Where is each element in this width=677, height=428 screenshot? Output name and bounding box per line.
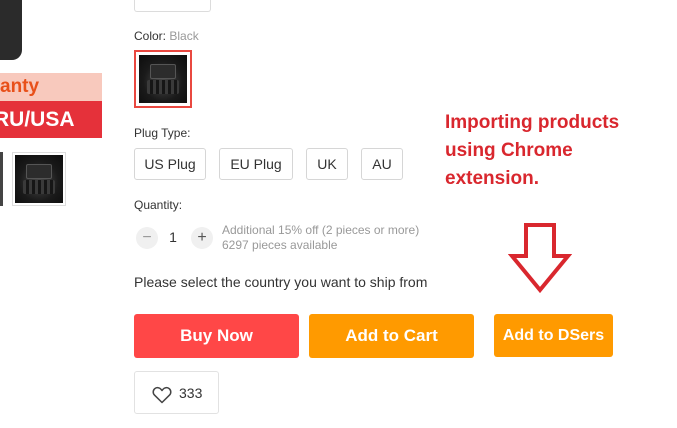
previous-option-button[interactable] (134, 0, 211, 12)
add-to-cart-button[interactable]: Add to Cart (309, 314, 474, 358)
color-label-row: Color: Black (134, 29, 199, 43)
thumbnail-image (15, 155, 63, 203)
add-to-dsers-button[interactable]: Add to DSers (494, 314, 613, 357)
wishlist-count: 333 (179, 385, 203, 401)
color-swatch-image (139, 55, 187, 103)
gallery-thumbnail[interactable] (12, 152, 66, 206)
quantity-label: Quantity: (134, 198, 183, 212)
product-main-image (0, 0, 22, 60)
annotation-line3: extension. (445, 168, 539, 189)
heart-icon (152, 386, 172, 404)
annotation-line1: Importing products (445, 112, 620, 133)
buy-now-button[interactable]: Buy Now (134, 314, 299, 358)
annotation-text: Importing products using Chrome extensio… (445, 109, 675, 193)
quantity-increase-button[interactable]: + (191, 227, 213, 249)
quantity-discount-text: Additional 15% off (2 pieces or more) (222, 223, 420, 237)
plug-option-eu[interactable]: EU Plug (219, 148, 293, 180)
down-arrow-icon (508, 223, 572, 294)
gallery-thumbnail-partial[interactable] (0, 152, 3, 206)
plug-option-au[interactable]: AU (361, 148, 403, 180)
promo-banner-line2: RU/USA (0, 101, 102, 138)
promo-banner-line1: anty (0, 73, 102, 101)
ship-from-prompt: Please select the country you want to sh… (134, 274, 428, 290)
wishlist-button[interactable]: 333 (134, 371, 219, 414)
plug-option-us[interactable]: US Plug (134, 148, 206, 180)
color-swatch-black[interactable] (134, 50, 192, 108)
quantity-decrease-button[interactable]: − (136, 227, 158, 249)
color-label: Color: (134, 29, 170, 43)
color-value: Black (169, 29, 199, 43)
quantity-value[interactable]: 1 (166, 229, 180, 245)
quantity-available-text: 6297 pieces available (222, 238, 338, 252)
plug-type-label: Plug Type: (134, 126, 191, 140)
annotation-line2: using Chrome (445, 140, 573, 161)
promo-banner: anty RU/USA (0, 73, 102, 138)
plug-option-uk[interactable]: UK (306, 148, 348, 180)
